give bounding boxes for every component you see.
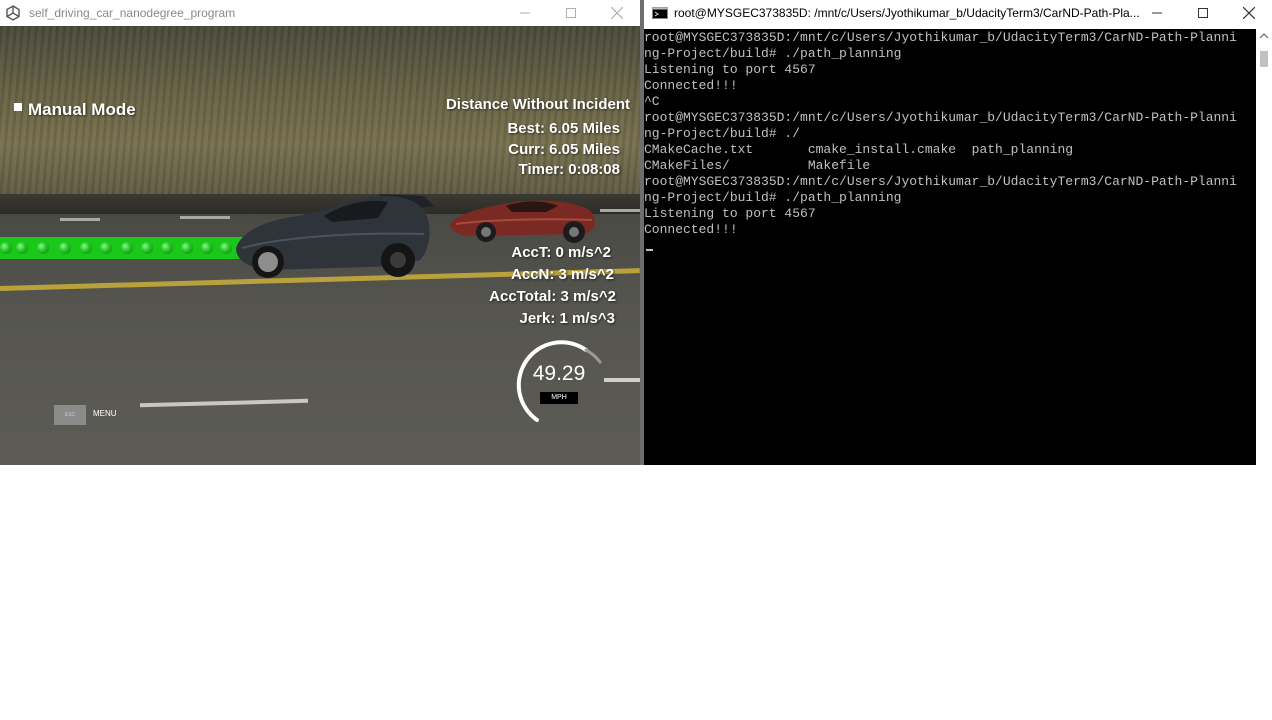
lane-marking xyxy=(600,209,640,212)
close-icon xyxy=(1243,7,1255,19)
simulator-scene[interactable]: Manual Mode Distance Without Incident Be… xyxy=(0,26,640,465)
current-distance: Curr: 6.05 Miles xyxy=(508,141,620,158)
console-line: root@MYSGEC373835D:/mnt/c/Users/Jyothiku… xyxy=(644,174,1237,189)
scroll-up-icon[interactable] xyxy=(1259,32,1269,40)
path-point xyxy=(80,242,92,254)
path-point xyxy=(181,242,193,254)
simulator-minimize-button[interactable] xyxy=(502,0,548,26)
simulator-close-button[interactable] xyxy=(594,0,640,26)
console-line: CMakeCache.txt cmake_install.cmake path_… xyxy=(644,142,1074,157)
speed-unit: MPH xyxy=(540,392,578,404)
simulator-window[interactable]: self_driving_car_nanodegree_program Manu… xyxy=(0,0,640,465)
minimize-icon xyxy=(520,12,530,14)
console-window-title: root@MYSGEC373835D: /mnt/c/Users/Jyothik… xyxy=(674,6,1140,20)
ego-car xyxy=(236,194,434,278)
console-line: CMakeFiles/ Makefile xyxy=(644,158,871,173)
text-cursor xyxy=(646,249,653,251)
timer: Timer: 0:08:08 xyxy=(518,161,620,178)
console-line: ng-Project/build# ./path_planning xyxy=(644,46,902,61)
lane-marking xyxy=(60,218,100,221)
simulator-maximize-button[interactable] xyxy=(548,0,594,26)
acc-t: AccT: 0 m/s^2 xyxy=(511,244,611,261)
lane-marking xyxy=(604,378,640,382)
path-point xyxy=(16,242,28,254)
lane-marking xyxy=(180,216,230,219)
console-output[interactable]: root@MYSGEC373835D:/mnt/c/Users/Jyothiku… xyxy=(644,29,1256,465)
console-window[interactable]: root@MYSGEC373835D: /mnt/c/Users/Jyothik… xyxy=(644,0,1272,465)
console-line: root@MYSGEC373835D:/mnt/c/Users/Jyothiku… xyxy=(644,110,1237,125)
path-point xyxy=(0,242,12,254)
console-line: ng-Project/build# ./ xyxy=(644,126,801,141)
path-point xyxy=(59,242,71,254)
menu-label: MENU xyxy=(93,409,117,418)
path-point xyxy=(121,242,133,254)
jerk: Jerk: 1 m/s^3 xyxy=(519,310,616,327)
maximize-icon xyxy=(566,8,576,18)
console-scrollbar[interactable] xyxy=(1256,29,1272,465)
manual-mode-toggle[interactable]: Manual Mode xyxy=(14,100,136,120)
simulator-window-title: self_driving_car_nanodegree_program xyxy=(29,6,236,20)
distance-title: Distance Without Incident xyxy=(445,96,630,113)
console-close-button[interactable] xyxy=(1226,0,1272,26)
best-distance: Best: 6.05 Miles xyxy=(507,120,620,137)
path-point xyxy=(161,242,173,254)
mode-checkbox[interactable] xyxy=(14,103,22,111)
path-point xyxy=(141,242,153,254)
console-minimize-button[interactable] xyxy=(1134,0,1180,26)
console-line: ^C xyxy=(644,94,660,109)
path-point xyxy=(37,242,49,254)
console-line: ng-Project/build# ./path_planning xyxy=(644,190,902,205)
console-line: root@MYSGEC373835D:/mnt/c/Users/Jyothiku… xyxy=(644,30,1237,45)
console-line: Listening to port 4567 xyxy=(644,206,816,221)
path-point xyxy=(100,242,112,254)
simulator-title-bar[interactable]: self_driving_car_nanodegree_program xyxy=(0,0,640,26)
path-point xyxy=(201,242,213,254)
unity-icon xyxy=(6,5,20,21)
console-line: Connected!!! xyxy=(644,222,738,237)
red-car xyxy=(450,200,595,243)
scrollbar-thumb[interactable] xyxy=(1260,51,1268,67)
console-line: Connected!!! xyxy=(644,78,738,93)
manual-mode-label: Manual Mode xyxy=(28,100,136,119)
close-icon xyxy=(611,7,623,19)
esc-button[interactable]: ESC xyxy=(54,405,86,425)
minimize-icon xyxy=(1152,12,1162,14)
console-title-bar[interactable]: root@MYSGEC373835D: /mnt/c/Users/Jyothik… xyxy=(644,0,1272,26)
cmd-icon xyxy=(652,7,668,19)
maximize-icon xyxy=(1198,8,1208,18)
acc-n: AccN: 3 m/s^2 xyxy=(511,266,614,283)
console-lines: root@MYSGEC373835D:/mnt/c/Users/Jyothiku… xyxy=(644,30,1237,238)
console-line: Listening to port 4567 xyxy=(644,62,816,77)
speed-value: 49.29 xyxy=(532,362,586,385)
console-maximize-button[interactable] xyxy=(1180,0,1226,26)
acc-total: AccTotal: 3 m/s^2 xyxy=(489,288,616,305)
